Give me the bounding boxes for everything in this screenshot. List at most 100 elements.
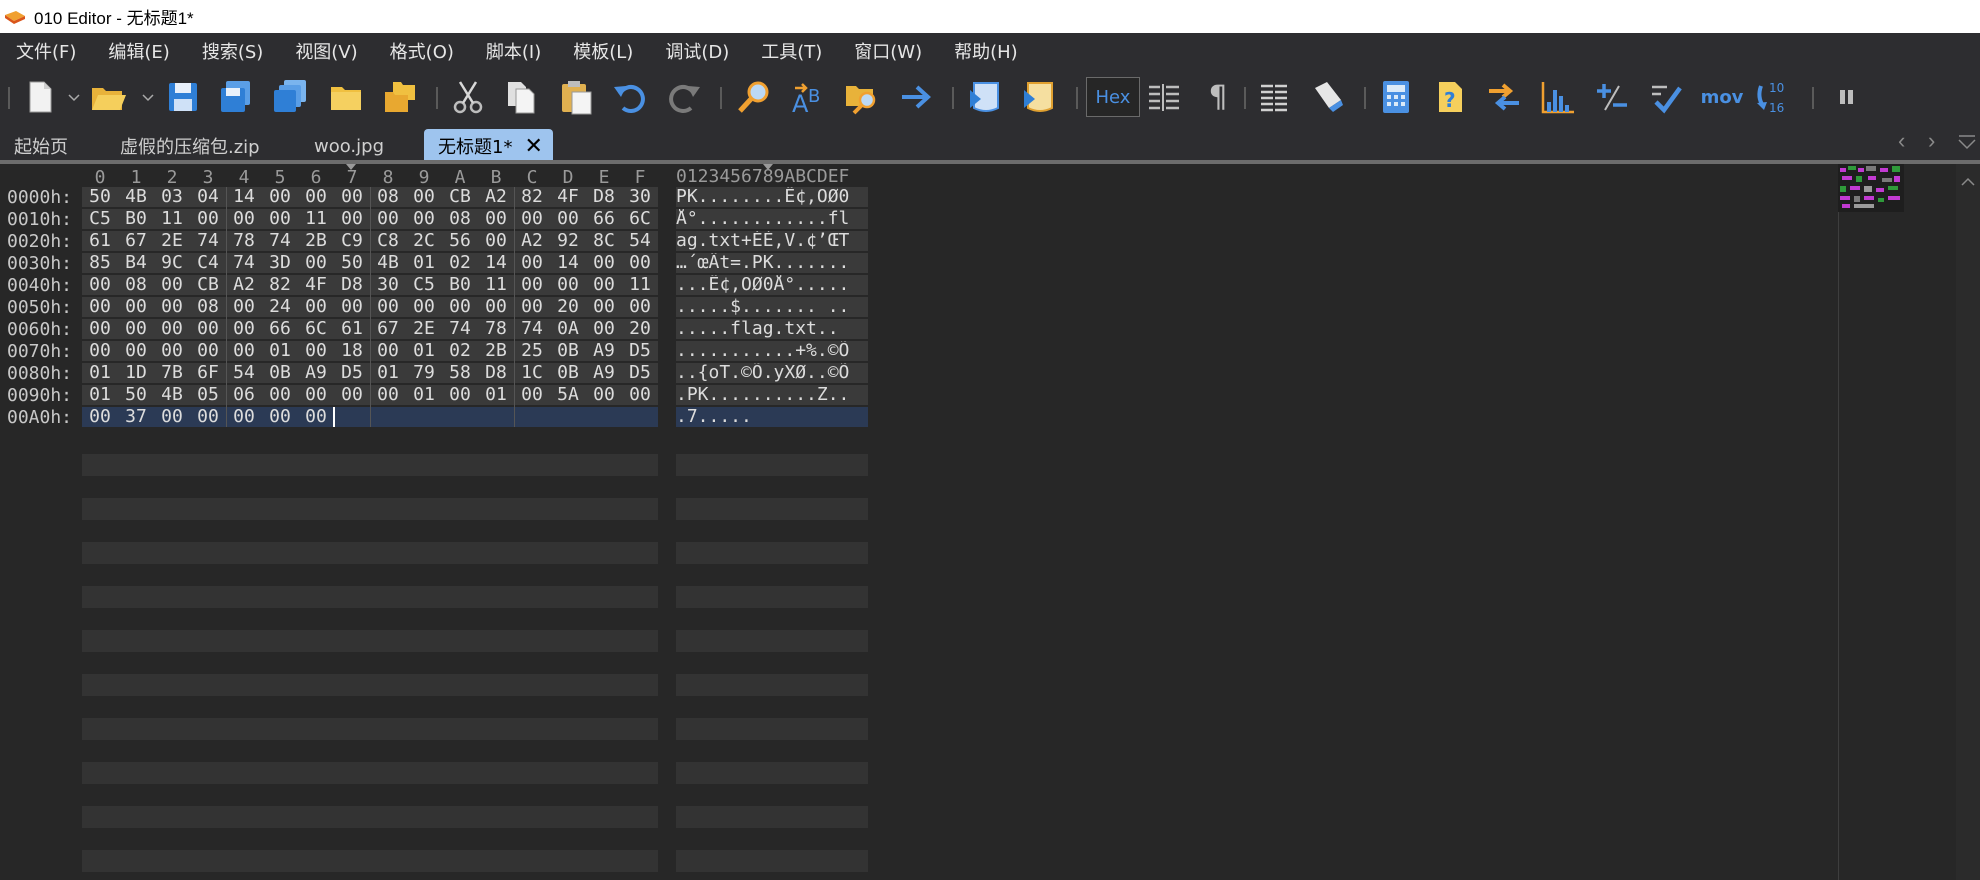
- ascii-row[interactable]: .PK..........Z..: [676, 385, 868, 405]
- hex-byte[interactable]: 74: [190, 231, 226, 251]
- redo-button[interactable]: [664, 77, 704, 117]
- hex-byte[interactable]: 00: [514, 275, 550, 295]
- hex-byte[interactable]: A2: [478, 187, 514, 207]
- hex-byte[interactable]: 2E: [154, 231, 190, 251]
- hex-byte[interactable]: 08: [190, 297, 226, 317]
- hex-byte[interactable]: 00: [298, 385, 334, 405]
- hex-byte[interactable]: 06: [226, 385, 262, 405]
- hex-byte[interactable]: A2: [226, 275, 262, 295]
- hex-byte[interactable]: 00: [190, 407, 226, 427]
- run-script-button[interactable]: [966, 77, 1006, 117]
- hex-byte[interactable]: 37: [118, 407, 154, 427]
- hex-byte[interactable]: 18: [334, 341, 370, 361]
- hex-byte[interactable]: 00: [298, 407, 334, 427]
- scroll-up-icon[interactable]: [1960, 176, 1976, 188]
- hex-byte[interactable]: 05: [190, 385, 226, 405]
- hex-byte[interactable]: 74: [514, 319, 550, 339]
- hex-byte[interactable]: 61: [82, 231, 118, 251]
- tab-list-icon[interactable]: [1956, 132, 1978, 154]
- hex-byte[interactable]: 00: [82, 275, 118, 295]
- hex-byte[interactable]: 00: [226, 297, 262, 317]
- hex-byte[interactable]: 4B: [118, 187, 154, 207]
- hex-byte[interactable]: 74: [226, 253, 262, 273]
- menu-item[interactable]: 脚本(I): [470, 38, 557, 64]
- menu-item[interactable]: 格式(O): [374, 38, 470, 64]
- hex-byte[interactable]: 01: [406, 341, 442, 361]
- hex-byte[interactable]: 78: [478, 319, 514, 339]
- hex-byte[interactable]: D5: [622, 341, 658, 361]
- menu-item[interactable]: 编辑(E): [92, 38, 185, 64]
- hex-byte[interactable]: 0B: [550, 341, 586, 361]
- hex-byte[interactable]: 1D: [118, 363, 154, 383]
- hex-byte[interactable]: 85: [82, 253, 118, 273]
- save-button[interactable]: [163, 77, 203, 117]
- hex-byte[interactable]: 00: [478, 297, 514, 317]
- hex-byte[interactable]: 30: [622, 187, 658, 207]
- hex-byte[interactable]: 20: [550, 297, 586, 317]
- hex-byte[interactable]: 00: [514, 297, 550, 317]
- hex-byte[interactable]: 54: [226, 363, 262, 383]
- hex-byte[interactable]: 30: [370, 275, 406, 295]
- hex-byte[interactable]: 67: [118, 231, 154, 251]
- hex-byte[interactable]: 00: [298, 297, 334, 317]
- hex-byte[interactable]: 00: [298, 341, 334, 361]
- new-file-button[interactable]: [20, 77, 60, 117]
- tab-fake-zip[interactable]: 虚假的压缩包.zip: [120, 129, 260, 163]
- hex-byte[interactable]: 6C: [298, 319, 334, 339]
- menu-item[interactable]: 搜索(S): [186, 38, 279, 64]
- calculator-button[interactable]: [1376, 77, 1416, 117]
- checksum-button[interactable]: [1592, 77, 1632, 117]
- hex-byte[interactable]: C4: [190, 253, 226, 273]
- hex-byte[interactable]: 00: [154, 341, 190, 361]
- hex-byte[interactable]: 2B: [298, 231, 334, 251]
- hex-byte[interactable]: C5: [82, 209, 118, 229]
- hex-byte[interactable]: 00: [226, 341, 262, 361]
- menu-item[interactable]: 文件(F): [0, 38, 92, 64]
- undo-button[interactable]: [610, 77, 650, 117]
- hex-byte[interactable]: 00: [514, 253, 550, 273]
- hex-byte[interactable]: 01: [262, 341, 298, 361]
- hex-byte[interactable]: 66: [262, 319, 298, 339]
- inspector-button[interactable]: ?: [1430, 77, 1470, 117]
- hex-byte[interactable]: 00: [622, 297, 658, 317]
- hex-byte[interactable]: 6C: [622, 209, 658, 229]
- hex-byte[interactable]: 00: [226, 209, 262, 229]
- hex-byte[interactable]: 66: [586, 209, 622, 229]
- hex-byte[interactable]: 00: [370, 341, 406, 361]
- hex-byte[interactable]: 01: [406, 253, 442, 273]
- hex-byte[interactable]: 25: [514, 341, 550, 361]
- menu-item[interactable]: 工具(T): [745, 38, 838, 64]
- hex-byte[interactable]: 00: [190, 341, 226, 361]
- hex-byte[interactable]: 03: [154, 187, 190, 207]
- hex-byte[interactable]: 0B: [262, 363, 298, 383]
- hex-byte[interactable]: 00: [82, 341, 118, 361]
- hex-byte[interactable]: 00: [82, 297, 118, 317]
- hex-byte[interactable]: 00: [118, 341, 154, 361]
- hex-byte[interactable]: 67: [370, 319, 406, 339]
- hex-byte[interactable]: 02: [442, 253, 478, 273]
- find-button[interactable]: [734, 77, 774, 117]
- hex-byte[interactable]: 00: [190, 319, 226, 339]
- menu-item[interactable]: 视图(V): [279, 38, 373, 64]
- hex-byte[interactable]: 00: [118, 319, 154, 339]
- hex-byte[interactable]: CB: [442, 187, 478, 207]
- hex-byte[interactable]: B0: [118, 209, 154, 229]
- base-converter-button[interactable]: 10 16: [1752, 77, 1792, 117]
- hex-byte[interactable]: 11: [622, 275, 658, 295]
- hex-byte[interactable]: 14: [226, 187, 262, 207]
- hex-byte[interactable]: 2E: [406, 319, 442, 339]
- hex-byte[interactable]: 11: [298, 209, 334, 229]
- hex-byte[interactable]: D8: [586, 187, 622, 207]
- close-tab-icon[interactable]: ✕: [524, 134, 542, 159]
- hex-byte[interactable]: 3D: [262, 253, 298, 273]
- hex-byte[interactable]: CB: [190, 275, 226, 295]
- hex-byte[interactable]: 04: [190, 187, 226, 207]
- hex-byte[interactable]: 00: [550, 275, 586, 295]
- hex-byte[interactable]: 74: [262, 231, 298, 251]
- split-view-button[interactable]: [1826, 77, 1866, 117]
- hex-byte[interactable]: 00: [478, 209, 514, 229]
- hex-byte[interactable]: 00: [226, 407, 262, 427]
- hex-byte[interactable]: 00: [586, 297, 622, 317]
- hex-byte[interactable]: A9: [586, 341, 622, 361]
- paste-button[interactable]: [556, 77, 596, 117]
